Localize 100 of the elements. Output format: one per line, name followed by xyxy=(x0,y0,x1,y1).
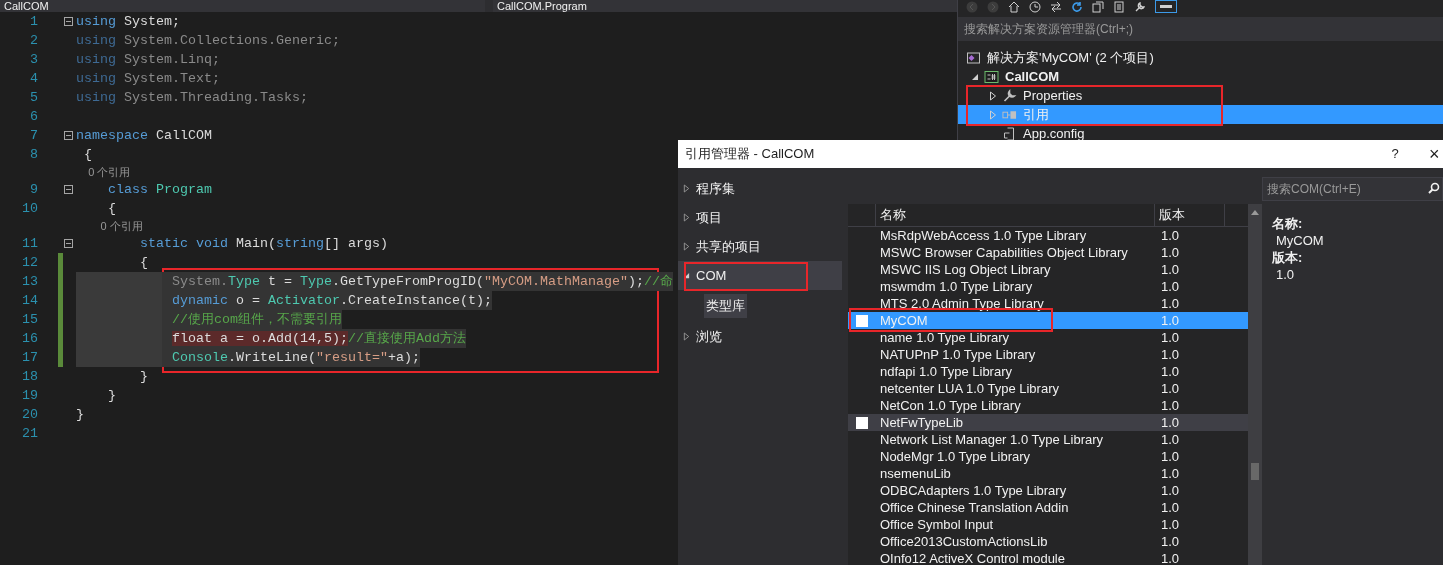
collapsed-arrow-icon[interactable] xyxy=(989,90,997,101)
line-number: 1 xyxy=(29,13,38,31)
nav-item[interactable]: 浏览 xyxy=(678,322,848,351)
files-icon[interactable] xyxy=(1113,0,1125,13)
collapse-icon[interactable] xyxy=(64,239,73,248)
library-name: Office Chinese Translation Addin xyxy=(879,499,1070,516)
line-number: 5 xyxy=(29,89,38,107)
line-number: 20 xyxy=(21,406,38,424)
clock-icon[interactable] xyxy=(1029,0,1041,13)
reference-count[interactable]: 0 个引用 xyxy=(76,219,143,233)
list-row[interactable]: MsRdpWebAccess 1.0 Type Library 1.0 xyxy=(848,227,1248,244)
library-name: NATUPnP 1.0 Type Library xyxy=(879,346,1037,363)
tree-item-label: 引用 xyxy=(1023,105,1049,124)
tree-item[interactable]: Properties xyxy=(958,86,1443,105)
nav-item[interactable]: 程序集 xyxy=(678,174,848,203)
sync-icon[interactable] xyxy=(1050,0,1062,13)
code-line: { xyxy=(83,146,92,164)
line-number: 18 xyxy=(21,368,38,386)
nav-item-label: 程序集 xyxy=(696,179,735,198)
list-row[interactable]: NATUPnP 1.0 Type Library 1.0 xyxy=(848,346,1248,363)
line-number: 8 xyxy=(29,146,38,164)
code-line: using System.Linq; xyxy=(76,51,220,69)
checkbox[interactable] xyxy=(856,416,868,429)
wrench-icon[interactable] xyxy=(1134,0,1146,13)
expanded-arrow-icon[interactable] xyxy=(971,72,979,81)
nav-item-label: 共享的项目 xyxy=(696,237,761,256)
version-cell-text: 1.0 xyxy=(1160,414,1180,431)
line-number: 7 xyxy=(29,127,38,145)
version-cell-text: 1.0 xyxy=(1160,261,1180,278)
list-row[interactable]: NetFwTypeLib 1.0 xyxy=(848,414,1248,431)
reference-count[interactable]: 0 个引用 xyxy=(76,165,131,179)
column-header[interactable]: 名称 xyxy=(876,204,1155,226)
line-number: 11 xyxy=(21,235,38,253)
line-number: 12 xyxy=(21,254,38,272)
list-row[interactable]: nsemenuLib 1.0 xyxy=(848,465,1248,482)
refresh-icon[interactable] xyxy=(1071,0,1083,13)
list-row[interactable]: OInfo12 ActiveX Control module 1.0 xyxy=(848,550,1248,565)
version-cell-text: 1.0 xyxy=(1160,380,1180,397)
list-row[interactable]: NetCon 1.0 Type Library 1.0 xyxy=(848,397,1248,414)
library-name: MyCOM xyxy=(879,312,929,329)
list-row[interactable]: mswmdm 1.0 Type Library 1.0 xyxy=(848,278,1248,295)
line-number: 3 xyxy=(29,51,38,69)
list-row[interactable]: Network List Manager 1.0 Type Library 1.0 xyxy=(848,431,1248,448)
collapse-icon[interactable] xyxy=(64,17,73,26)
code-line: } xyxy=(139,368,148,386)
collapse-icon[interactable] xyxy=(64,131,73,140)
search-field[interactable]: 搜索解决方案资源管理器(Ctrl+;) xyxy=(958,17,1443,41)
nav-item[interactable]: 项目 xyxy=(678,203,848,232)
code-line: static void Main(string[] args) xyxy=(139,235,388,253)
csharp-project-icon xyxy=(984,69,999,84)
line-number: 10 xyxy=(21,200,38,218)
version-cell-text: 1.0 xyxy=(1160,397,1180,414)
library-name: Network List Manager 1.0 Type Library xyxy=(879,431,1105,448)
library-name: name 1.0 Type Library xyxy=(879,329,1011,346)
code-line: } xyxy=(107,387,116,405)
tree-item[interactable]: App.config xyxy=(958,124,1443,143)
list-row[interactable]: ndfapi 1.0 Type Library 1.0 xyxy=(848,363,1248,380)
list-row[interactable]: name 1.0 Type Library 1.0 xyxy=(848,329,1248,346)
library-name: nsemenuLib xyxy=(879,465,952,482)
library-name: OInfo12 ActiveX Control module xyxy=(879,550,1066,565)
library-name: NetCon 1.0 Type Library xyxy=(879,397,1022,414)
list-row[interactable]: MSWC Browser Capabilities Object Library 1.0 xyxy=(848,244,1248,261)
tree-item[interactable]: 解决方案'MyCOM' (2 个项目) xyxy=(958,48,1443,67)
navigation-dropdown[interactable]: CallCOM.Program xyxy=(493,0,957,12)
config-file-icon xyxy=(1002,126,1017,141)
list-row[interactable]: MSWC IIS Log Object Library 1.0 xyxy=(848,261,1248,278)
preview-toggle-icon[interactable] xyxy=(1155,0,1177,13)
list-row[interactable]: NodeMgr 1.0 Type Library 1.0 xyxy=(848,448,1248,465)
list-row[interactable]: netcenter LUA 1.0 Type Library 1.0 xyxy=(848,380,1248,397)
version-cell-text: 1.0 xyxy=(1160,312,1180,329)
line-number: 19 xyxy=(21,387,38,405)
collapse-all-icon[interactable] xyxy=(1092,0,1104,13)
navigation-dropdown[interactable]: CallCOM xyxy=(0,0,485,12)
nav-subitem[interactable]: 类型库 xyxy=(704,294,747,318)
scroll-thumb[interactable] xyxy=(1251,463,1259,480)
list-row[interactable]: Office Chinese Translation Addin 1.0 xyxy=(848,499,1248,516)
home-icon[interactable] xyxy=(1008,0,1020,13)
scrollbar[interactable] xyxy=(1248,204,1262,565)
library-name: NodeMgr 1.0 Type Library xyxy=(879,448,1032,465)
scroll-up-icon[interactable] xyxy=(1251,210,1259,215)
list-row[interactable]: ODBCAdapters 1.0 Type Library 1.0 xyxy=(848,482,1248,499)
list-row[interactable]: Office Symbol Input 1.0 xyxy=(848,516,1248,533)
version-cell-text: 1.0 xyxy=(1160,244,1180,261)
help-button[interactable]: ? xyxy=(1385,144,1405,164)
tree-item[interactable]: CallCOM xyxy=(958,67,1443,86)
line-number: 6 xyxy=(29,108,38,126)
search-field[interactable]: 搜索COM(Ctrl+E) xyxy=(1262,177,1443,201)
nav-item-label: COM xyxy=(696,266,727,285)
close-button[interactable]: × xyxy=(1429,145,1443,163)
version-cell-text: 1.0 xyxy=(1160,363,1180,380)
collapse-icon[interactable] xyxy=(64,185,73,194)
nav-item[interactable]: 共享的项目 xyxy=(678,232,848,261)
tree-item-label: CallCOM xyxy=(1005,67,1060,86)
library-name: mswmdm 1.0 Type Library xyxy=(879,278,1034,295)
tree-item-label: App.config xyxy=(1023,124,1085,143)
detail-value: 1.0 xyxy=(1275,266,1296,283)
list-row[interactable]: Office2013CustomActionsLib 1.0 xyxy=(848,533,1248,550)
column-header[interactable]: 版本 xyxy=(1155,204,1225,226)
checkbox[interactable] xyxy=(856,314,868,327)
tree-item-label: 解决方案'MyCOM' (2 个项目) xyxy=(987,48,1154,67)
